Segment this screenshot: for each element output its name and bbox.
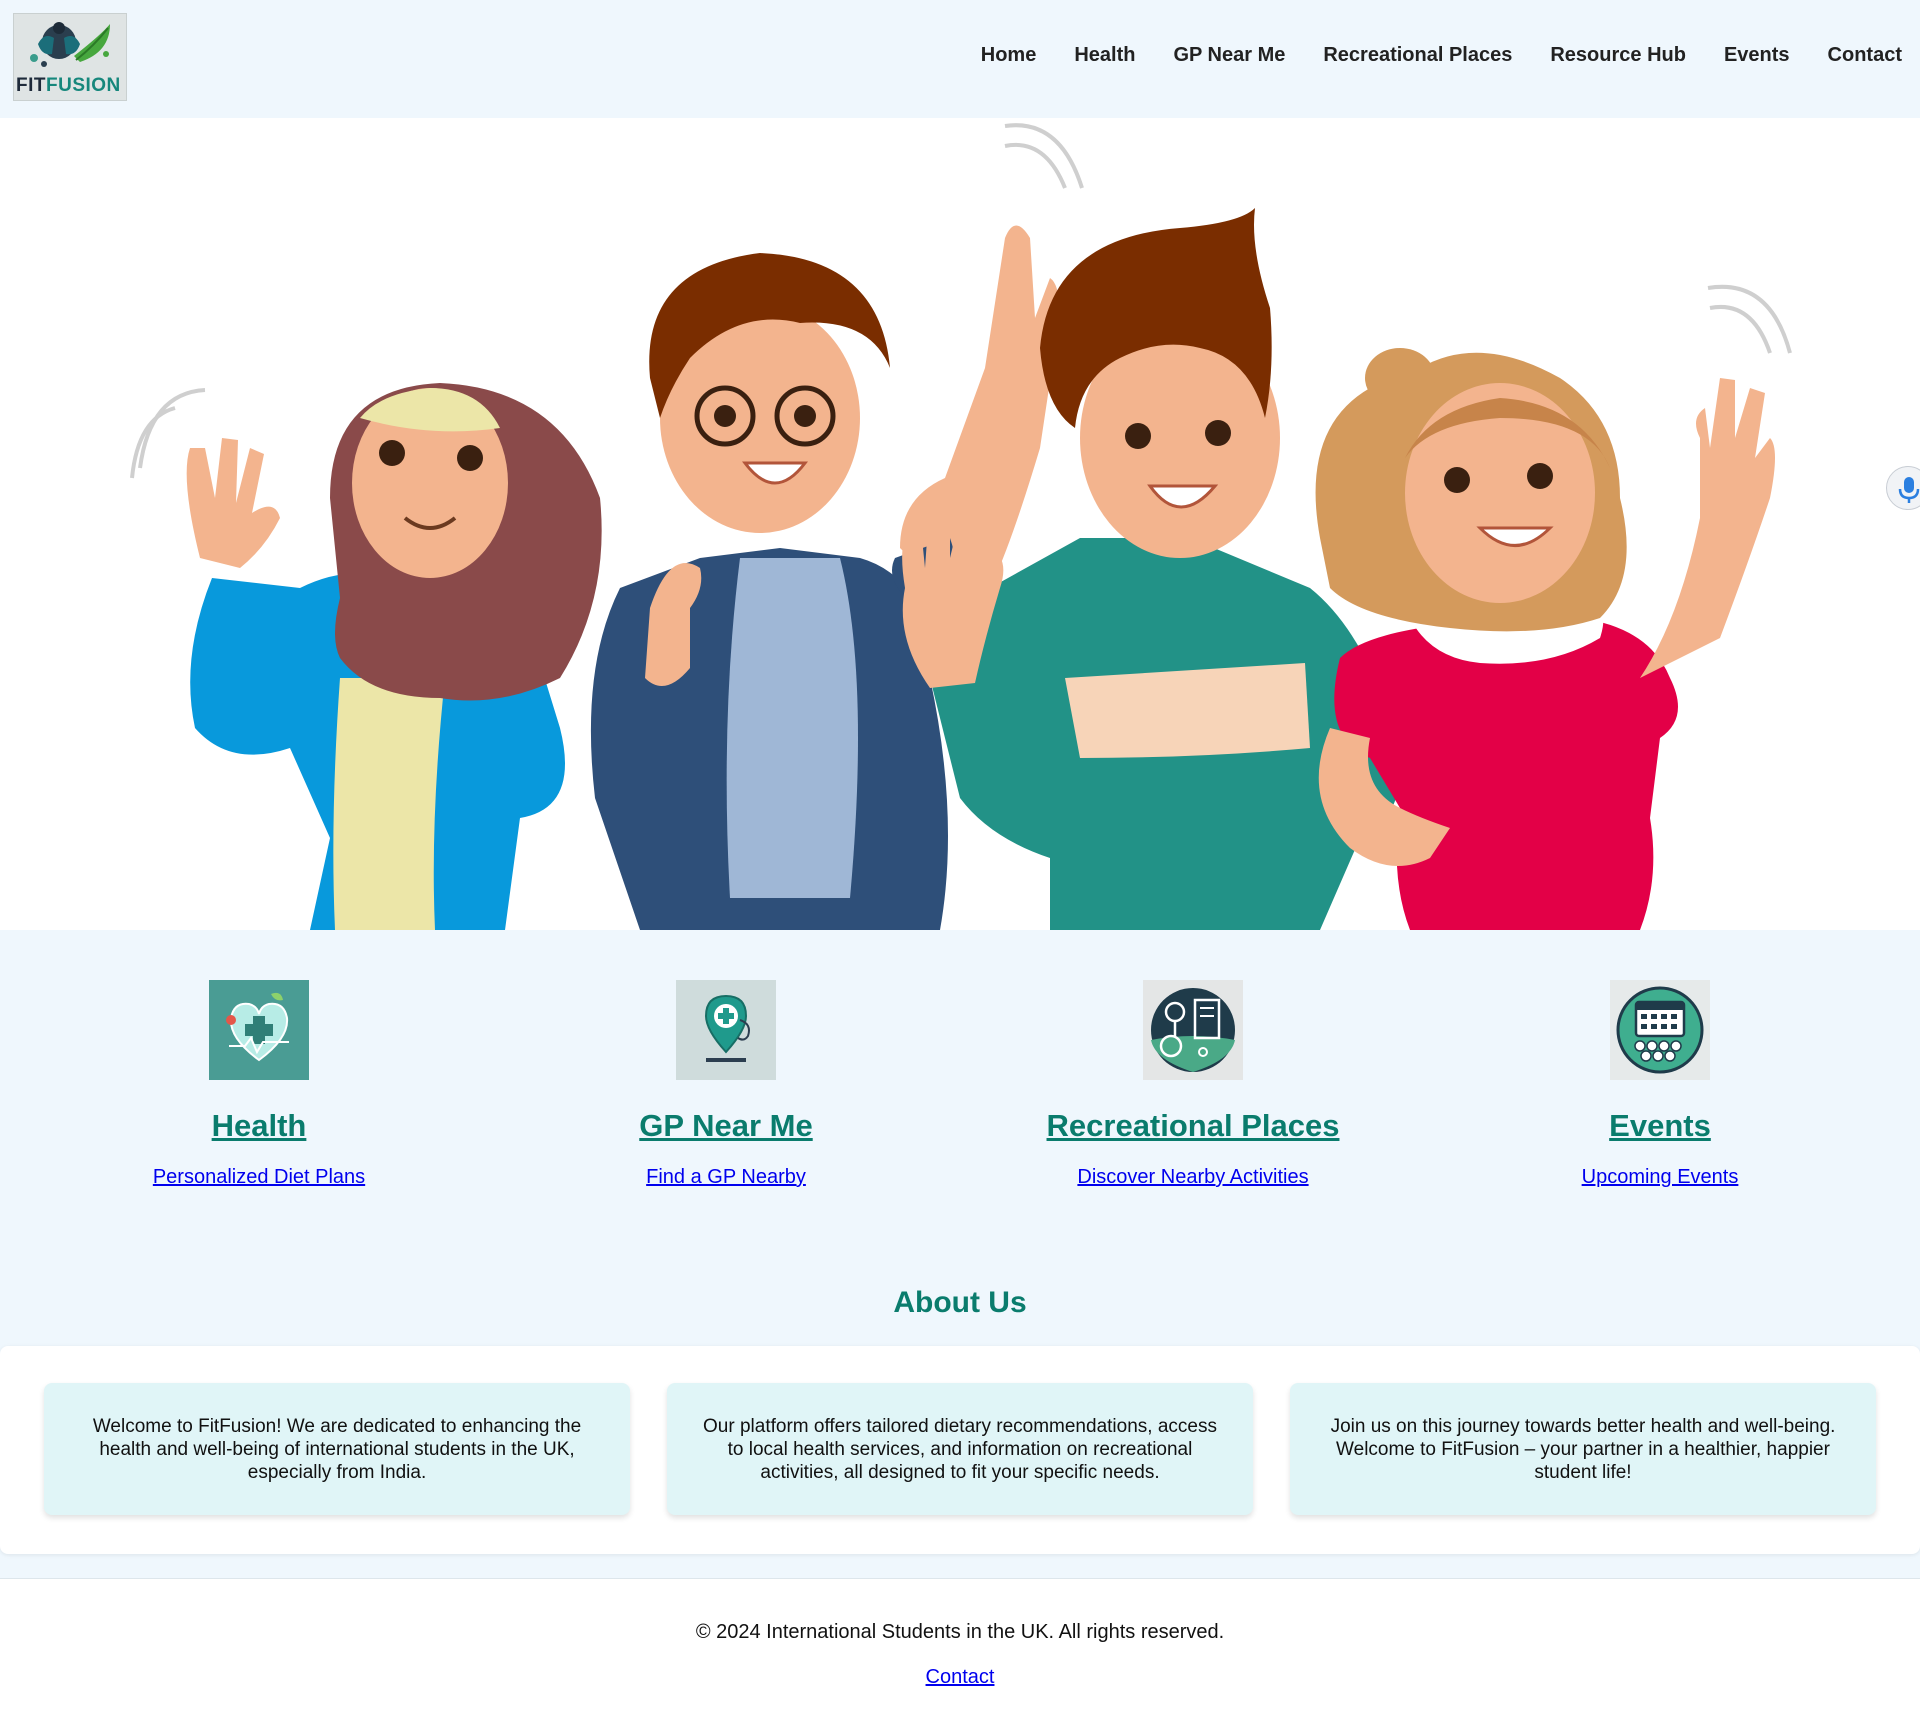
diet-plans-link[interactable]: Personalized Diet Plans [59,1166,459,1189]
features-section: Health Personalized Diet Plans GP Near M… [0,930,1920,1230]
heart-health-icon[interactable] [209,980,309,1080]
about-card-welcome: Welcome to FitFusion! We are dedicated t… [44,1383,630,1515]
nav-resource-hub[interactable]: Resource Hub [1550,44,1686,67]
feature-title-health[interactable]: Health [212,1108,307,1144]
student-hijab-figure [186,383,602,930]
nav-gp-near-me[interactable]: GP Near Me [1173,44,1285,67]
about-us-heading: About Us [893,1286,1027,1319]
four-waving-students-illustration [130,123,1792,930]
fitfusion-logo[interactable]: FITFUSION [13,13,127,101]
student-red-dress-figure [1315,348,1775,930]
student-teal-sweater-figure [902,208,1400,930]
events-calendar-icon[interactable] [1610,980,1710,1080]
feature-recreational-places: Recreational Places Discover Nearby Acti… [993,980,1393,1189]
nav-events[interactable]: Events [1724,44,1790,67]
feature-title-recreational-places[interactable]: Recreational Places [1047,1108,1340,1144]
footer-contact-link[interactable]: Contact [926,1666,995,1689]
hero-banner [0,118,1920,930]
site-header: FITFUSION Home Health GP Near Me Recreat… [0,0,1920,118]
nav-health[interactable]: Health [1074,44,1135,67]
feature-gp-near-me: GP Near Me Find a GP Nearby [526,980,926,1189]
nav-home[interactable]: Home [981,44,1037,67]
recreation-park-icon[interactable] [1143,980,1243,1080]
feature-title-gp-near-me[interactable]: GP Near Me [639,1108,812,1144]
microphone-icon[interactable] [1886,466,1920,510]
nearby-activities-link[interactable]: Discover Nearby Activities [993,1166,1393,1189]
upcoming-events-link[interactable]: Upcoming Events [1460,1166,1860,1189]
find-gp-link[interactable]: Find a GP Nearby [526,1166,926,1189]
nav-recreational-places[interactable]: Recreational Places [1323,44,1512,67]
about-us-panel: Welcome to FitFusion! We are dedicated t… [0,1346,1920,1554]
feature-title-events[interactable]: Events [1609,1108,1711,1144]
about-card-join: Join us on this journey towards better h… [1290,1383,1876,1515]
main-nav: Home Health GP Near Me Recreational Plac… [943,44,1902,67]
feature-events: Events Upcoming Events [1460,980,1860,1189]
nav-contact[interactable]: Contact [1828,44,1902,67]
site-footer: © 2024 International Students in the UK.… [0,1578,1920,1711]
about-card-platform: Our platform offers tailored dietary rec… [667,1383,1253,1515]
gp-location-pin-icon[interactable] [676,980,776,1080]
copyright-text: © 2024 International Students in the UK.… [695,1621,1225,1643]
mic-glyph [1898,477,1920,503]
logo-wordmark: FITFUSION [16,75,121,96]
feature-health: Health Personalized Diet Plans [59,980,459,1189]
